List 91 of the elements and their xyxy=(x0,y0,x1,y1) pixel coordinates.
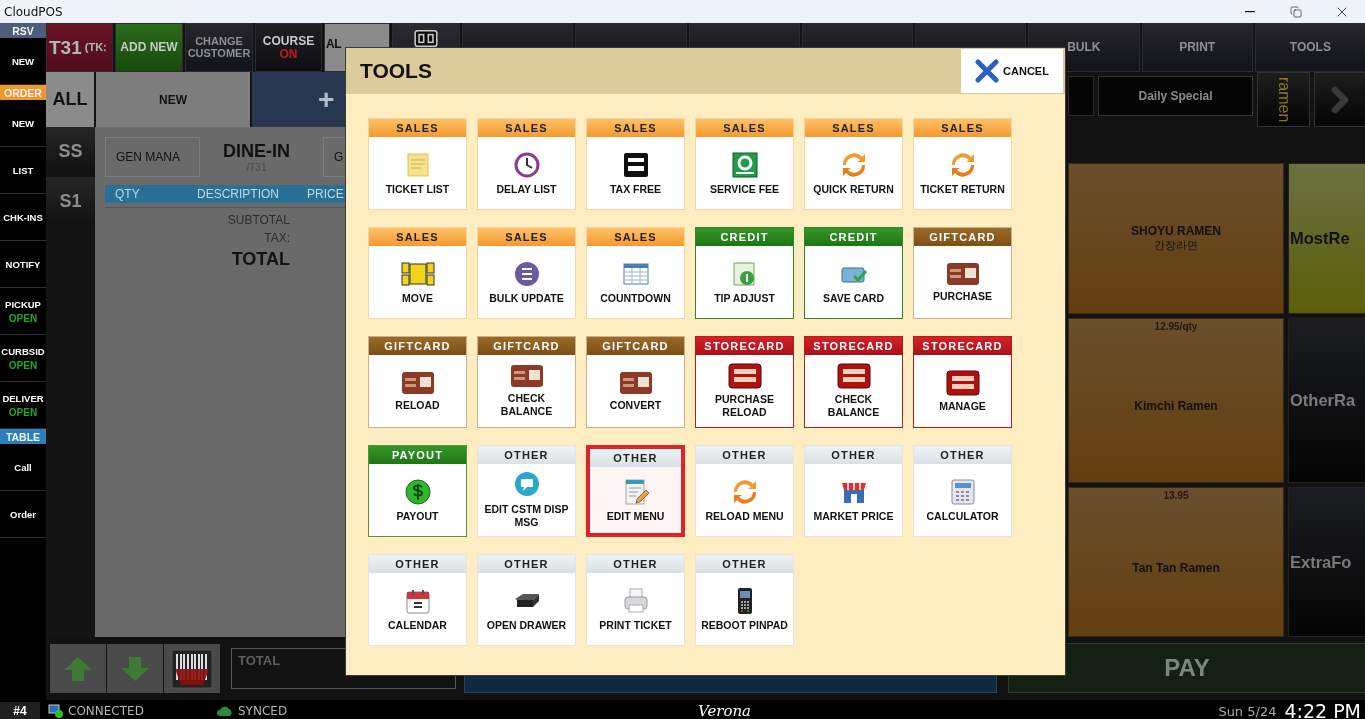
course-status: ON xyxy=(279,47,298,61)
tile-label: RELOAD xyxy=(395,398,440,412)
course-label: COURSE xyxy=(262,34,315,48)
column-title: PRICE xyxy=(307,187,345,201)
tile-category: GIFTCARD xyxy=(914,228,1011,246)
tile-category: GIFTCARD xyxy=(478,337,575,355)
tile-category: OTHER xyxy=(369,555,466,573)
tile-label: MANAGE xyxy=(939,399,986,413)
tile-category: OTHER xyxy=(696,555,793,573)
tile-category: GIFTCARD xyxy=(587,337,684,355)
sync-status: SYNCED xyxy=(238,704,288,718)
group-label: ramen xyxy=(1274,76,1293,123)
status-label: OPEN xyxy=(8,312,38,324)
tile-category: SALES xyxy=(369,228,466,246)
tile-label: PRINT TICKET xyxy=(599,618,672,632)
tile-label: DELAY LIST xyxy=(496,182,557,196)
tile-category: GIFTCARD xyxy=(369,337,466,355)
item-name: SHOYU RAMEN xyxy=(1131,224,1221,238)
order-type: DINE-IN xyxy=(223,141,290,162)
tile-label: OPEN DRAWER xyxy=(486,618,567,632)
tile-category: CREDIT xyxy=(696,228,793,246)
clock-text: 4:22 PM xyxy=(1284,700,1361,719)
tile-label: MARKET PRICE xyxy=(813,509,894,523)
tile-category: PAYOUT xyxy=(369,446,466,464)
tile-category: SALES xyxy=(914,119,1011,137)
location-name: Verona xyxy=(696,702,752,719)
sidebar-label: PICKUP xyxy=(5,298,41,310)
item-price: 12.95/qty xyxy=(1154,321,1198,332)
tile-label: EDIT MENU xyxy=(606,509,665,523)
tile-label: TIP ADJUST xyxy=(714,291,775,305)
column-title: QTY xyxy=(115,187,141,201)
tile-category: OTHER xyxy=(587,555,684,573)
sidebar-label: DELIVER xyxy=(2,392,44,404)
tile-category: SALES xyxy=(587,119,684,137)
section-header: ORDER xyxy=(0,85,46,100)
tile-label: CHECK BALANCE xyxy=(826,393,881,419)
tile-label: RELOAD MENU xyxy=(705,509,784,523)
section-header: RSV xyxy=(0,23,46,38)
tile-category: STORECARD xyxy=(805,337,902,355)
tile-category: STORECARD xyxy=(914,337,1011,355)
sidebar-label: CURBSID xyxy=(1,345,45,357)
tile-label: CHECK BALANCE xyxy=(499,392,554,418)
tile-category: OTHER xyxy=(696,446,793,464)
tile-label: CONVERT xyxy=(609,398,662,412)
tile-category: OTHER xyxy=(478,555,575,573)
tile-label: BULK UPDATE xyxy=(489,291,564,305)
tile-label: SERVICE FEE xyxy=(709,182,780,196)
tile-category: SALES xyxy=(587,228,684,246)
item-subtitle: 간장라면 xyxy=(1154,238,1198,253)
tile-label: REBOOT PINPAD xyxy=(701,618,788,632)
window-title: CloudPOS xyxy=(3,4,63,19)
tile-category: SALES xyxy=(696,119,793,137)
tile-label: TICKET RETURN xyxy=(920,182,1005,196)
section-header: TABLE xyxy=(0,429,46,444)
date-text: Sun 5/24 xyxy=(1218,703,1277,719)
tile-category: OTHER xyxy=(805,446,902,464)
tile-label: TICKET LIST xyxy=(385,182,450,196)
tile-label: PURCHASE RELOAD xyxy=(714,393,775,419)
tile-category: OTHER xyxy=(478,446,575,464)
column-title: DESCRIPTION xyxy=(197,187,280,201)
tile-category: OTHER xyxy=(590,449,681,467)
tile-label: COUNTDOWN xyxy=(600,291,671,305)
total-label: TOTAL xyxy=(231,249,290,270)
tile-category: SALES xyxy=(805,119,902,137)
item-name: Tan Tan Ramen xyxy=(1132,560,1220,575)
tile-category: SALES xyxy=(478,119,575,137)
status-label: OPEN xyxy=(8,406,38,418)
tax-label: TAX: xyxy=(264,231,290,245)
tile-label: CALENDAR xyxy=(388,618,447,632)
tile-label: SAVE CARD xyxy=(822,291,885,305)
dialog-title: TOOLS xyxy=(360,59,432,83)
tile-label: MOVE xyxy=(402,291,433,305)
tile-label: CALCULATOR xyxy=(926,509,999,523)
tile-label: PAYOUT xyxy=(396,509,439,523)
subtotal-label: SUBTOTAL xyxy=(227,213,290,227)
tile-category: CREDIT xyxy=(805,228,902,246)
tile-label: TAX FREE xyxy=(609,182,662,196)
tile-label: QUICK RETURN xyxy=(813,182,894,196)
tile-label: PURCHASE xyxy=(933,289,992,303)
tile-category: STORECARD xyxy=(696,337,793,355)
item-price: 13.95 xyxy=(1163,490,1189,501)
status-label: OPEN xyxy=(8,359,38,371)
station-number: #4 xyxy=(0,701,40,719)
tile-category: SALES xyxy=(478,228,575,246)
ticket-number: T31 xyxy=(49,37,82,58)
connection-status: CONNECTED xyxy=(68,704,144,718)
tile-category: SALES xyxy=(369,119,466,137)
tile-label: EDIT CSTM DISP MSG xyxy=(483,503,570,529)
item-name: Kimchi Ramen xyxy=(1134,399,1218,413)
tile-category: OTHER xyxy=(914,446,1011,464)
ticket-code: (TK: xyxy=(84,41,107,54)
